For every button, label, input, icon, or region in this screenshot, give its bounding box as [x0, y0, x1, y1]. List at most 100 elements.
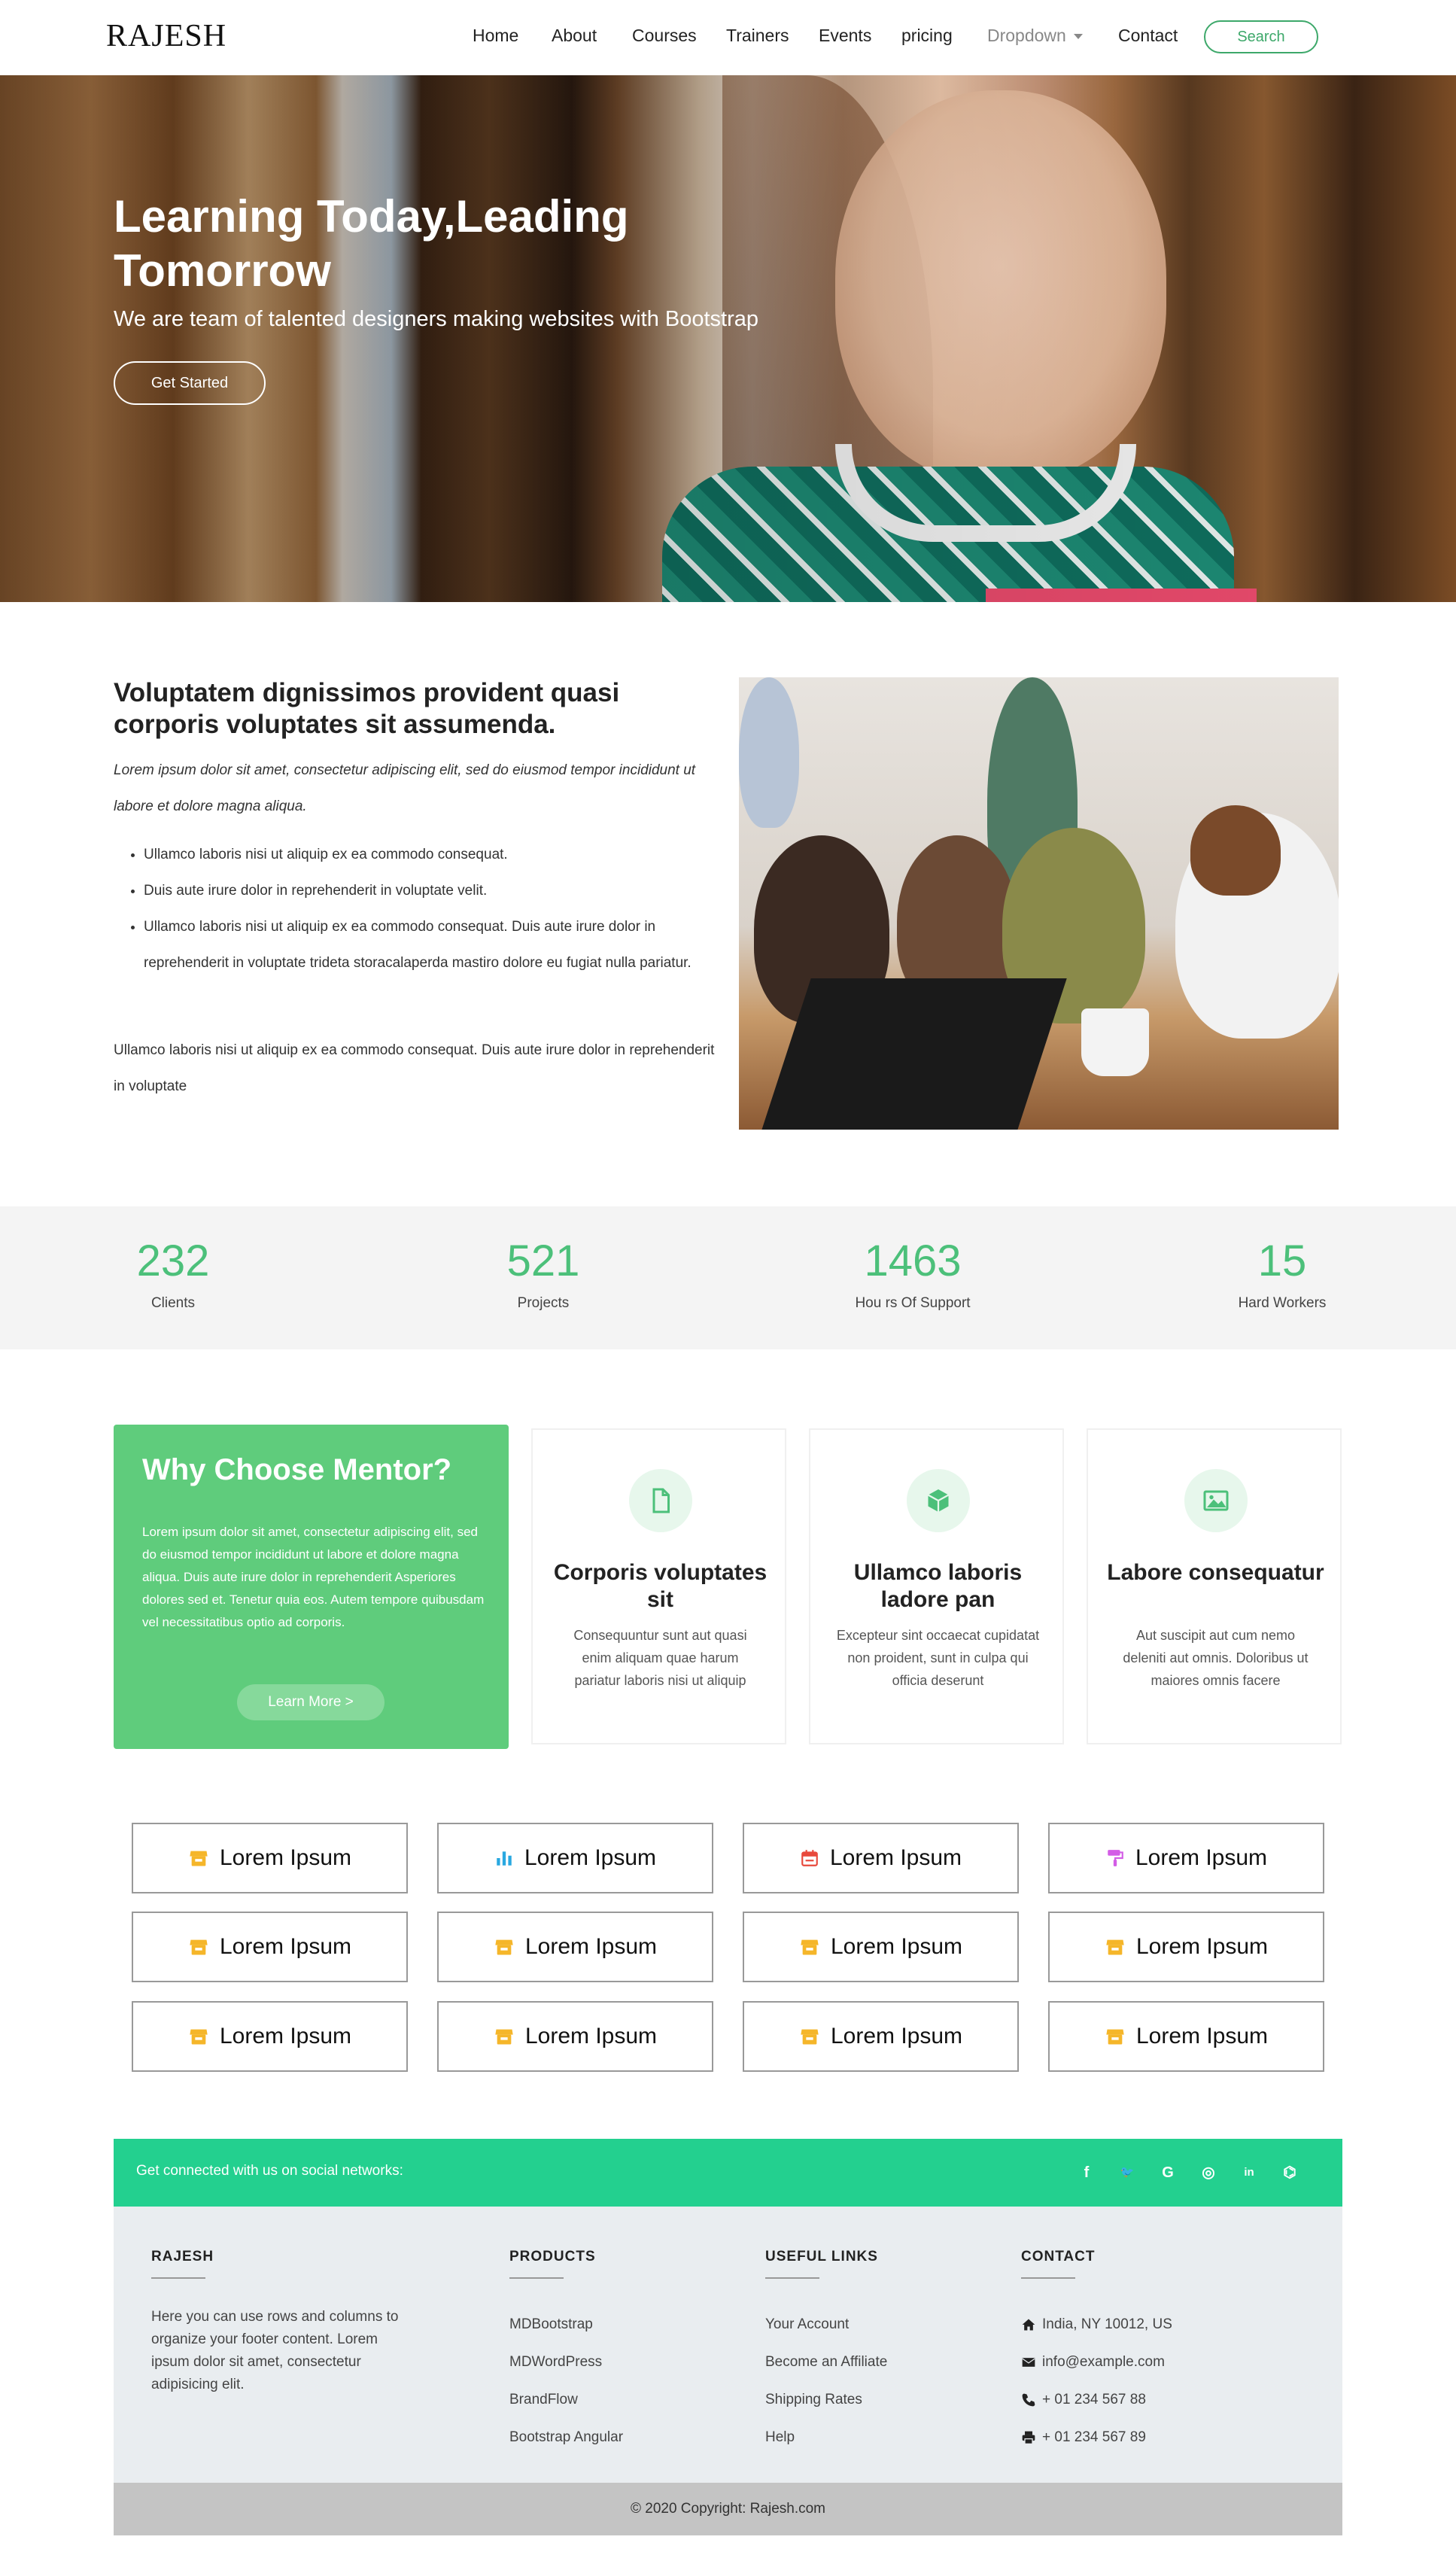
learn-more-button[interactable]: Learn More >	[237, 1684, 385, 1720]
stat-clients: 232 Clients	[60, 1236, 286, 1312]
about-list-item: Ullamco laboris nisi ut aliquip ex ea co…	[144, 837, 723, 873]
file-icon	[629, 1469, 692, 1532]
footer-text: Here you can use rows and columns to org…	[151, 2309, 399, 2392]
nav-dropdown[interactable]: Dropdown	[987, 26, 1083, 46]
footer-heading: PRODUCTS	[509, 2249, 596, 2264]
feature-text: Excepteur sint occaecat cupidatat non pr…	[836, 1628, 1040, 1688]
footer-link[interactable]: Help	[765, 2419, 887, 2456]
footer-link[interactable]: MDBootstrap	[509, 2306, 623, 2344]
footer-products-column: PRODUCTS MDBootstrap MDWordPress BrandFl…	[509, 2249, 623, 2456]
footer-heading: RAJESH	[151, 2249, 214, 2264]
contact-text: + 01 234 567 89	[1042, 2429, 1146, 2445]
search-button[interactable]: Search	[1204, 20, 1318, 53]
linkedin-icon[interactable]: in	[1239, 2163, 1259, 2182]
footer-link[interactable]: Bootstrap Angular	[509, 2419, 623, 2456]
contact-fax: + 01 234 567 89	[1021, 2419, 1172, 2456]
footer-divider	[1021, 2277, 1075, 2279]
about-list-item: Ullamco laboris nisi ut aliquip ex ea co…	[144, 909, 723, 981]
nav-courses[interactable]: Courses	[632, 26, 697, 46]
stat-workers: 15 Hard Workers	[1169, 1236, 1395, 1312]
nav-contact[interactable]: Contact	[1118, 26, 1178, 46]
hero-subtitle: We are team of talented designers making…	[114, 307, 759, 331]
envelope-icon	[1022, 2358, 1035, 2367]
tile-label: Lorem Ipsum	[524, 2024, 658, 2048]
lorem-tile[interactable]: Lorem Ipsum	[132, 2001, 408, 2072]
lorem-tile[interactable]: Lorem Ipsum	[437, 1912, 713, 1982]
store-icon	[188, 2026, 220, 2047]
stat-label: Projects	[517, 1295, 570, 1311]
social-bar: Get connected with us on social networks…	[114, 2139, 1342, 2207]
tile-label: Lorem Ipsum	[830, 1934, 963, 1959]
hero-section	[0, 75, 1456, 602]
google-icon[interactable]: G	[1158, 2163, 1178, 2182]
footer-link[interactable]: BrandFlow	[509, 2381, 623, 2419]
facebook-icon[interactable]: f	[1077, 2163, 1096, 2182]
phone-icon	[1022, 2393, 1035, 2407]
why-choose-card: Why Choose Mentor? Lorem ipsum dolor sit…	[114, 1425, 509, 1749]
tile-label: Lorem Ipsum	[219, 2024, 352, 2048]
tile-label: Lorem Ipsum	[1135, 2024, 1269, 2048]
hero-overlay	[0, 75, 1456, 602]
lorem-tile[interactable]: Lorem Ipsum	[743, 1823, 1019, 1893]
github-icon[interactable]: ⌬	[1280, 2163, 1299, 2182]
about-paragraph: Ullamco laboris nisi ut aliquip ex ea co…	[114, 1042, 715, 1094]
footer-link[interactable]: Your Account	[765, 2306, 887, 2344]
footer-link[interactable]: Shipping Rates	[765, 2381, 887, 2419]
stat-label: Hou rs Of Support	[855, 1295, 971, 1311]
lorem-tile[interactable]: Lorem Ipsum	[743, 1912, 1019, 1982]
footer-contact-column: CONTACT India, NY 10012, US info@example…	[1021, 2249, 1172, 2456]
feature-text: Aut suscipit aut cum nemo deleniti aut o…	[1123, 1628, 1309, 1688]
instagram-icon[interactable]: ◎	[1199, 2163, 1218, 2182]
contact-text: info@example.com	[1042, 2354, 1165, 2370]
stat-value: 521	[506, 1236, 580, 1285]
lorem-tile[interactable]: Lorem Ipsum	[132, 1823, 408, 1893]
about-lead: Lorem ipsum dolor sit amet, consectetur …	[114, 762, 696, 814]
contact-address: India, NY 10012, US	[1021, 2306, 1172, 2344]
store-icon	[188, 1936, 220, 1957]
feature-text: Consequuntur sunt aut quasi enim aliquam…	[573, 1628, 747, 1688]
photo-person	[1190, 805, 1281, 896]
brand-logo[interactable]: RAJESH	[106, 18, 226, 54]
feature-card[interactable]: Corporis voluptates sit Consequuntur sun…	[531, 1428, 786, 1744]
lorem-tile[interactable]: Lorem Ipsum	[437, 2001, 713, 2072]
lorem-tile[interactable]: Lorem Ipsum	[1048, 2001, 1324, 2072]
nav-home[interactable]: Home	[473, 26, 518, 46]
nav-trainers[interactable]: Trainers	[726, 26, 789, 46]
lorem-tile[interactable]: Lorem Ipsum	[1048, 1823, 1324, 1893]
footer: RAJESH Here you can use rows and columns…	[114, 2207, 1342, 2483]
feature-card[interactable]: Labore consequatur Aut suscipit aut cum …	[1087, 1428, 1342, 1744]
lorem-tile[interactable]: Lorem Ipsum	[743, 2001, 1019, 2072]
home-icon	[1022, 2319, 1035, 2331]
tile-label: Lorem Ipsum	[1135, 1845, 1268, 1870]
tile-label: Lorem Ipsum	[219, 1845, 352, 1870]
calendar-icon	[800, 1848, 830, 1868]
store-icon	[188, 1848, 220, 1869]
store-icon	[1105, 2026, 1136, 2047]
photo-cup	[1081, 1008, 1149, 1076]
twitter-icon[interactable]: 🐦	[1117, 2163, 1137, 2182]
footer-useful-column: USEFUL LINKS Your Account Become an Affi…	[765, 2249, 887, 2456]
nav-pricing[interactable]: pricing	[901, 26, 953, 46]
photo-laptop	[757, 978, 1067, 1130]
tile-label: Lorem Ipsum	[1135, 1934, 1269, 1959]
nav-about[interactable]: About	[552, 26, 597, 46]
tile-label: Lorem Ipsum	[219, 1934, 352, 1959]
footer-divider	[151, 2277, 205, 2279]
lorem-tile[interactable]: Lorem Ipsum	[1048, 1912, 1324, 1982]
photo-person	[739, 677, 799, 828]
footer-link[interactable]: MDWordPress	[509, 2344, 623, 2381]
about-title: Voluptatem dignissimos provident quasi c…	[114, 678, 620, 739]
nav-events[interactable]: Events	[819, 26, 871, 46]
tile-label: Lorem Ipsum	[524, 1934, 658, 1959]
footer-heading: USEFUL LINKS	[765, 2249, 878, 2264]
contact-phone: + 01 234 567 88	[1021, 2381, 1172, 2419]
lorem-tile[interactable]: Lorem Ipsum	[437, 1823, 713, 1893]
bar-chart-icon	[494, 1848, 524, 1868]
lorem-tile[interactable]: Lorem Ipsum	[132, 1912, 408, 1982]
feature-card[interactable]: Ullamco laboris ladore pan Excepteur sin…	[809, 1428, 1064, 1744]
nav-dropdown-label: Dropdown	[987, 26, 1066, 45]
caret-down-icon	[1073, 34, 1083, 40]
get-started-button[interactable]: Get Started	[114, 361, 266, 405]
footer-link[interactable]: Become an Affiliate	[765, 2344, 887, 2381]
about-list-item: Duis aute irure dolor in reprehenderit i…	[144, 873, 723, 909]
